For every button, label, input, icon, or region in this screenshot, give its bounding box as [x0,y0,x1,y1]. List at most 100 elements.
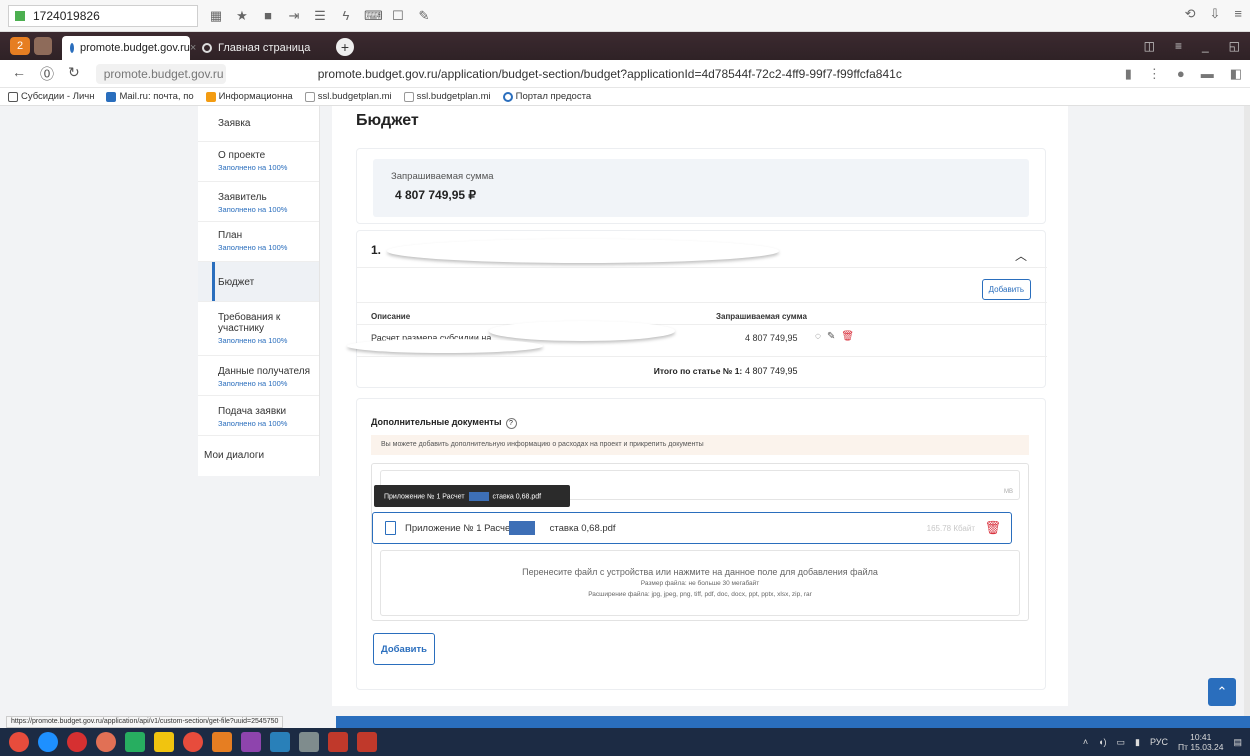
uploaded-file-row[interactable]: Приложение № 1 Расчет ставка 0,68.pdf 16… [372,512,1012,544]
file-dropzone[interactable]: Перенесите файл с устройства или нажмите… [380,550,1020,616]
firefox-icon[interactable] [96,732,116,752]
menu-icon[interactable]: ≡ [1234,6,1242,22]
sidebar-item-applicant[interactable]: Заявитель Заполнено на 100% [198,182,319,222]
language-indicator[interactable]: РУС [1150,737,1168,747]
export-icon[interactable]: ⇥ [286,8,302,24]
bookmark-item[interactable]: Mail.ru: почта, по [106,91,194,102]
clock[interactable]: 10:41 Пт 15.03.24 [1178,732,1223,752]
counter-field[interactable]: 1724019826 [8,4,198,27]
note-icon[interactable]: ☰ [312,8,328,24]
browser-utility-bar: 1724019826 ▦ ★ ■ ⇥ ☰ ϟ ⌨ ☐ ✎ ⟲ ⇩ ≡ [0,0,1250,32]
sidebar-item-dialogs[interactable]: Мои диалоги [198,436,319,476]
tab-home[interactable]: Главная страница [194,36,324,60]
ie-icon[interactable] [38,732,58,752]
sidebar-item-label: Бюджет [218,277,255,288]
chat-icon[interactable]: ☐ [390,8,406,24]
maximize-icon[interactable]: ◱ [1229,39,1240,53]
app-icon[interactable] [299,732,319,752]
mail-icon [106,91,117,102]
bookmark-item[interactable]: Портал предоста [502,91,591,102]
edit-icon[interactable]: ✎ [827,331,835,342]
sidebar-icon[interactable]: ◧ [1230,66,1242,82]
download-icon[interactable]: ⇩ [1210,6,1221,22]
bookmark-item[interactable]: ssl.budgetplan.mi [304,91,392,102]
page-icon [8,91,18,102]
network-icon[interactable]: ▭ [1117,737,1126,748]
bolt-icon[interactable]: ϟ [338,8,354,24]
app-icon[interactable] [357,732,377,752]
address-host[interactable]: promote.budget.gov.ru [95,63,226,84]
app-icon[interactable] [241,732,261,752]
square-icon[interactable]: ■ [260,8,276,24]
bookmark-item[interactable]: ssl.budgetplan.mi [403,91,491,102]
yandex-icon[interactable]: ⓪ [40,64,54,84]
keyboard-icon[interactable]: ⌨ [364,8,383,24]
file-icon [385,521,396,535]
sidebar-item-budget[interactable]: Бюджет [198,262,319,302]
pen-icon[interactable]: ✎ [416,8,432,24]
extension-icon[interactable]: ● [1177,66,1185,82]
chevron-up-icon[interactable]: ︿ [1015,247,1027,264]
arrow-icon [205,91,216,102]
tab-label: Главная страница [218,42,311,54]
reload-icon[interactable]: ↻ [68,64,80,84]
bookmarks-bar: Субсидии - Личн Mail.ru: почта, по Инфор… [0,88,1250,106]
utility-right-tools: ⟲ ⇩ ≡ [1185,6,1242,22]
volume-icon[interactable]: ◖) [1098,737,1106,747]
tab-list-icon[interactable] [34,37,52,55]
sidebar-item-plan[interactable]: План Заполнено на 100% [198,222,319,262]
sidebar-item-status: Заполнено на 100% [218,243,288,252]
sidebar-item-submit[interactable]: Подача заявки Заполнено на 100% [198,396,319,436]
tab-promote[interactable]: promote.budget.gov.ru × [62,36,196,60]
app-icon[interactable] [328,732,348,752]
sidebar-item-about[interactable]: О проекте Заполнено на 100% [198,142,319,182]
menu-icon[interactable]: ≡ [1175,39,1182,53]
scroll-top-button[interactable]: ⌃ [1208,678,1236,706]
row-amount: 4 807 749,95 [745,333,798,343]
address-url[interactable]: promote.budget.gov.ru/application/budget… [318,67,902,81]
page-scrollbar[interactable] [1244,106,1250,718]
trash-icon[interactable]: 🗑 [841,331,854,342]
docs-upload-area: MB Приложение № 1 Расчет ставка 0,68.pdf… [371,463,1029,621]
app-icon[interactable] [270,732,290,752]
star-icon[interactable]: ★ [234,8,250,24]
comment-icon[interactable]: ◌ [815,331,821,342]
minimize-icon[interactable]: _ [1202,39,1209,53]
bookmark-icon[interactable]: ▮ [1125,66,1132,82]
folder-icon[interactable] [154,732,174,752]
yandex-browser-icon[interactable] [67,732,87,752]
new-tab-icon[interactable]: + [336,38,354,56]
grid-icon[interactable]: ▦ [208,8,224,24]
address-bar: ← ⓪ ↻ promote.budget.gov.ru promote.budg… [0,60,1250,88]
bookmark-item[interactable]: Информационна [205,91,293,102]
sidebar-item-requirements[interactable]: Требования к участнику Заполнено на 100% [198,302,319,356]
divider [357,356,1047,357]
file-size: 165.78 Кбайт [926,524,975,533]
sidebar-item-status: Заполнено на 100% [218,205,288,214]
tab-count-badge[interactable]: 2 [10,37,30,55]
app-icon[interactable] [125,732,145,752]
section-number: 1. [371,243,382,257]
sidebar-head[interactable]: Заявка [198,106,319,142]
yandex-icon[interactable] [183,732,203,752]
docs-title-text: Дополнительные документы [371,417,502,427]
chevron-up-icon[interactable]: ˄ [1083,737,1088,747]
history-icon[interactable]: ⟲ [1185,6,1196,22]
help-icon[interactable]: ? [505,418,517,429]
sidebar-item-recipient[interactable]: Данные получателя Заполнено на 100% [198,356,319,396]
file-name-text: Приложение № 1 Расчет [405,523,515,534]
chrome-icon[interactable] [9,732,29,752]
notifications-icon[interactable]: ▤ [1233,737,1242,748]
app-icon[interactable] [212,732,232,752]
hat-icon[interactable]: ▬ [1201,66,1214,82]
add-expense-button[interactable]: Добавить [981,279,1031,300]
more-icon[interactable]: ⋮ [1148,66,1161,82]
collections-icon[interactable]: ◫ [1144,39,1155,53]
mic-icon[interactable]: ▮ [1135,737,1140,748]
add-document-button[interactable]: Добавить [373,633,435,665]
back-icon[interactable]: ← [12,64,26,84]
bookmark-item[interactable]: Субсидии - Личн [8,91,94,102]
trash-icon[interactable]: 🗑 [984,520,1001,536]
system-tray: ˄ ◖) ▭ ▮ РУС 10:41 Пт 15.03.24 ▤ [1083,732,1242,752]
redaction-mark [347,339,543,353]
